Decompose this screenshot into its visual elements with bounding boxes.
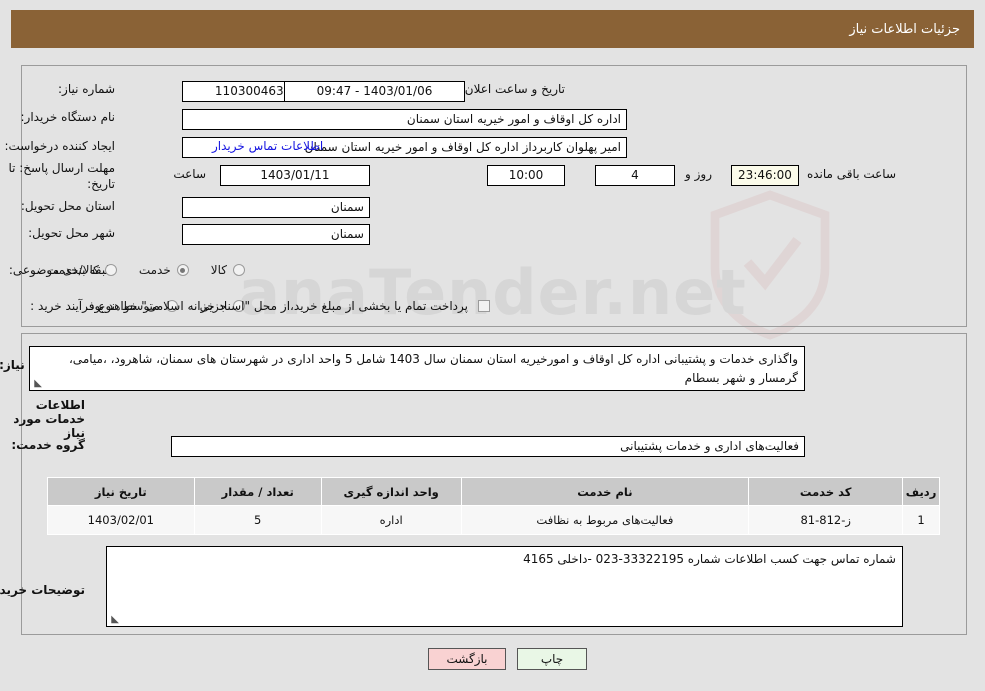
- category-radio-group: کالا خدمت کالا/خدمت: [25, 263, 245, 277]
- city-label: شهر محل تحویل:: [28, 226, 115, 240]
- treasury-group[interactable]: پرداخت تمام یا بخشی از مبلغ خرید،از محل …: [85, 299, 490, 313]
- th-service-name: نام خدمت: [460, 477, 750, 506]
- buyer-org-value: اداره کل اوقاف و امور خیریه استان سمنان: [182, 109, 627, 130]
- city-value: سمنان: [182, 224, 370, 245]
- province-value: سمنان: [182, 197, 370, 218]
- treasury-checkbox[interactable]: [478, 300, 490, 312]
- table-header-row: ردیف کد خدمت نام خدمت واحد اندازه گیری ت…: [47, 477, 940, 506]
- category-radio-kala-khedmat[interactable]: کالا/خدمت: [47, 263, 117, 277]
- deadline-hour-label: ساعت: [173, 167, 206, 181]
- buyer-org-label: نام دستگاه خریدار:: [20, 110, 116, 124]
- cell-service-name: فعالیت‌های مربوط به نظافت: [460, 505, 750, 535]
- need-number-label: شماره نیاز:: [58, 82, 115, 96]
- category-option-label: کالا/خدمت: [46, 263, 99, 277]
- th-row-no: ردیف: [902, 477, 940, 506]
- th-service-code: کد خدمت: [748, 477, 904, 506]
- announce-datetime-value: 1403/01/06 - 09:47: [284, 81, 465, 102]
- category-option-label: خدمت: [138, 263, 171, 277]
- service-group-value: فعالیت‌های اداری و خدمات پشتیبانی: [171, 436, 805, 457]
- description-value: واگذاری خدمات و پشتیبانی اداره کل اوقاف …: [68, 352, 798, 385]
- buyer-notes-label: توضیحات خریدار:: [0, 583, 85, 597]
- province-label: استان محل تحویل:: [20, 199, 115, 213]
- buyer-notes-value: شماره تماس جهت کسب اطلاعات شماره 3332219…: [523, 552, 896, 566]
- th-need-date: تاریخ نیاز: [47, 477, 195, 506]
- cell-unit: اداره: [320, 505, 462, 535]
- deadline-hour-label-wrap: ساعت: [173, 167, 206, 181]
- category-radio-kala[interactable]: کالا: [211, 263, 245, 277]
- service-group-label-wrap: گروه خدمت:: [11, 438, 85, 452]
- cell-service-code: ز-812-81: [748, 505, 904, 535]
- buyer-contact-link-wrap[interactable]: اطلاعات تماس خریدار: [212, 139, 323, 153]
- category-radio-khedmat[interactable]: خدمت: [139, 263, 189, 277]
- deadline-row: مهلت ارسال پاسخ: تا تاریخ:: [3, 160, 115, 192]
- deadline-label: مهلت ارسال پاسخ: تا تاریخ:: [8, 161, 115, 192]
- cell-quantity: 5: [193, 505, 322, 535]
- resize-grip-icon[interactable]: ◣: [109, 615, 119, 625]
- page-title-bar: جزئیات اطلاعات نیاز: [11, 10, 974, 48]
- requester-label: ایجاد کننده درخواست:: [4, 139, 115, 153]
- buyer-notes-label-wrap: توضیحات خریدار:: [0, 583, 85, 597]
- city-row: شهر محل تحویل:: [28, 226, 115, 240]
- deadline-date-value: 1403/01/11: [220, 165, 370, 186]
- cell-row-no: 1: [902, 505, 940, 535]
- need-number-row: شماره نیاز:: [58, 82, 115, 96]
- service-group-label: گروه خدمت:: [11, 438, 85, 452]
- province-row: استان محل تحویل:: [21, 199, 115, 213]
- remaining-time-label-wrap: ساعت باقی مانده: [807, 167, 896, 181]
- remaining-days-label-wrap: روز و: [685, 167, 712, 181]
- requester-row: ایجاد کننده درخواست:: [4, 139, 115, 153]
- services-table: ردیف کد خدمت نام خدمت واحد اندازه گیری ت…: [47, 477, 940, 535]
- radio-circle[interactable]: [104, 264, 117, 276]
- radio-circle[interactable]: [176, 264, 189, 276]
- services-section-heading: اطلاعات خدمات مورد نیاز: [13, 398, 85, 440]
- treasury-text: پرداخت تمام یا بخشی از مبلغ خرید،از محل …: [85, 299, 468, 313]
- resize-grip-icon[interactable]: ◣: [32, 379, 42, 389]
- th-quantity: تعداد / مقدار: [193, 477, 322, 506]
- remaining-time-label: ساعت باقی مانده: [806, 167, 896, 181]
- buyer-org-row: نام دستگاه خریدار:: [21, 110, 116, 124]
- cell-need-date: 1403/02/01: [47, 505, 195, 535]
- need-info-panel: [21, 65, 967, 327]
- radio-circle[interactable]: [233, 264, 245, 276]
- description-textarea[interactable]: واگذاری خدمات و پشتیبانی اداره کل اوقاف …: [29, 346, 805, 391]
- remaining-days-label: روز و: [685, 167, 712, 181]
- print-button[interactable]: چاپ: [517, 648, 587, 670]
- page-title: جزئیات اطلاعات نیاز: [849, 21, 960, 37]
- table-row: 1 ز-812-81 فعالیت‌های مربوط به نظافت ادا…: [47, 505, 940, 535]
- remaining-time-value: 23:46:00: [731, 165, 799, 186]
- category-option-label: کالا: [210, 263, 227, 277]
- back-button[interactable]: بازگشت: [428, 648, 506, 670]
- th-unit: واحد اندازه گیری: [320, 477, 462, 506]
- buyer-contact-link[interactable]: اطلاعات تماس خریدار: [212, 139, 323, 153]
- remaining-days-value: 4: [595, 165, 675, 186]
- buyer-notes-textarea[interactable]: شماره تماس جهت کسب اطلاعات شماره 3332219…: [106, 546, 903, 627]
- deadline-hour-value: 10:00: [487, 165, 565, 186]
